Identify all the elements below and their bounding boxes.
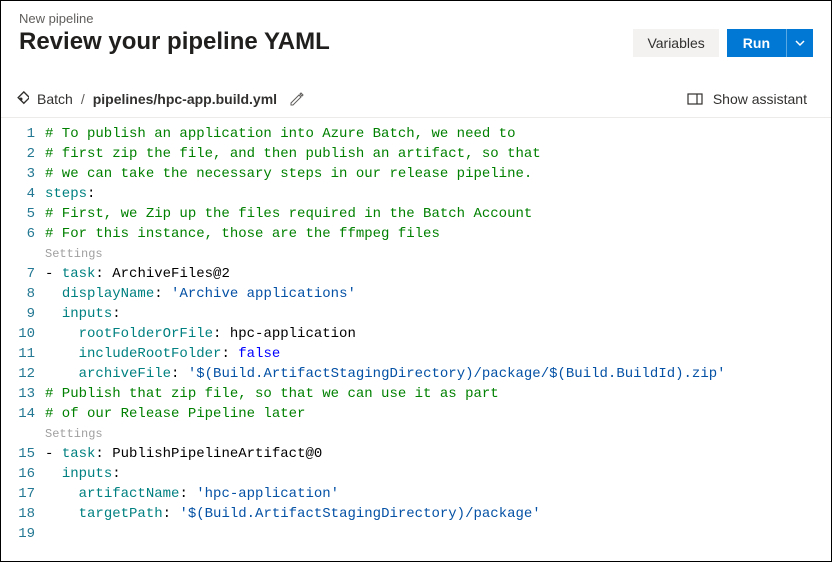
- line-number: 8: [1, 284, 35, 304]
- file-path[interactable]: pipelines/hpc-app.build.yml: [93, 91, 277, 107]
- line-number: 12: [1, 364, 35, 384]
- code-line: # we can take the necessary steps in our…: [45, 164, 831, 184]
- variables-button[interactable]: Variables: [633, 29, 718, 57]
- code-line: - task: PublishPipelineArtifact@0: [45, 444, 831, 464]
- file-path-left: Batch / pipelines/hpc-app.build.yml: [13, 91, 305, 107]
- code-line: # First, we Zip up the files required in…: [45, 204, 831, 224]
- show-assistant-button[interactable]: Show assistant: [687, 91, 813, 107]
- run-dropdown-button[interactable]: [786, 29, 813, 57]
- code-line: targetPath: '$(Build.ArtifactStagingDire…: [45, 504, 831, 524]
- line-number: 10: [1, 324, 35, 344]
- line-number: 17: [1, 484, 35, 504]
- line-number: 3: [1, 164, 35, 184]
- repo-icon: [13, 91, 29, 107]
- code-line: # For this instance, those are the ffmpe…: [45, 224, 831, 244]
- line-number: 13: [1, 384, 35, 404]
- breadcrumb: New pipeline: [19, 11, 633, 26]
- code-line: archiveFile: '$(Build.ArtifactStagingDir…: [45, 364, 831, 384]
- line-number: 11: [1, 344, 35, 364]
- line-number: 5: [1, 204, 35, 224]
- header-left: New pipeline Review your pipeline YAML: [19, 11, 633, 56]
- run-button[interactable]: Run: [727, 29, 786, 57]
- code-line: # first zip the file, and then publish a…: [45, 144, 831, 164]
- line-number: 1: [1, 124, 35, 144]
- code-line: # of our Release Pipeline later: [45, 404, 831, 424]
- edit-path-button[interactable]: [289, 92, 305, 106]
- line-number: 15: [1, 444, 35, 464]
- code-line: - task: ArchiveFiles@2: [45, 264, 831, 284]
- line-number: [1, 424, 35, 444]
- line-number: 16: [1, 464, 35, 484]
- code-area[interactable]: # To publish an application into Azure B…: [45, 118, 831, 550]
- line-number: 2: [1, 144, 35, 164]
- path-separator: /: [81, 91, 85, 107]
- file-path-bar: Batch / pipelines/hpc-app.build.yml Show…: [1, 63, 831, 117]
- line-number: 7: [1, 264, 35, 284]
- line-number: 6: [1, 224, 35, 244]
- code-line: inputs:: [45, 464, 831, 484]
- page-header: New pipeline Review your pipeline YAML V…: [1, 1, 831, 63]
- show-assistant-label: Show assistant: [713, 91, 807, 107]
- panel-icon: [687, 92, 703, 106]
- code-lens-hint[interactable]: Settings: [45, 244, 831, 264]
- line-number: 14: [1, 404, 35, 424]
- code-line: rootFolderOrFile: hpc-application: [45, 324, 831, 344]
- chevron-down-icon: [795, 38, 805, 48]
- yaml-editor[interactable]: 12345678910111213141516171819 # To publi…: [1, 117, 831, 550]
- code-lens-hint[interactable]: Settings: [45, 424, 831, 444]
- line-number: 9: [1, 304, 35, 324]
- code-line: inputs:: [45, 304, 831, 324]
- line-number: 4: [1, 184, 35, 204]
- pencil-icon: [289, 92, 305, 106]
- code-line: artifactName: 'hpc-application': [45, 484, 831, 504]
- header-actions: Variables Run: [633, 29, 813, 57]
- line-number: 18: [1, 504, 35, 524]
- line-number: [1, 244, 35, 264]
- code-line: includeRootFolder: false: [45, 344, 831, 364]
- code-line: # Publish that zip file, so that we can …: [45, 384, 831, 404]
- repo-name[interactable]: Batch: [37, 91, 73, 107]
- code-line: steps:: [45, 184, 831, 204]
- run-button-group: Run: [727, 29, 813, 57]
- code-line: displayName: 'Archive applications': [45, 284, 831, 304]
- code-line: # To publish an application into Azure B…: [45, 124, 831, 144]
- code-line: [45, 524, 831, 544]
- line-number: 19: [1, 524, 35, 544]
- page-title: Review your pipeline YAML: [19, 28, 633, 56]
- line-number-gutter: 12345678910111213141516171819: [1, 118, 45, 550]
